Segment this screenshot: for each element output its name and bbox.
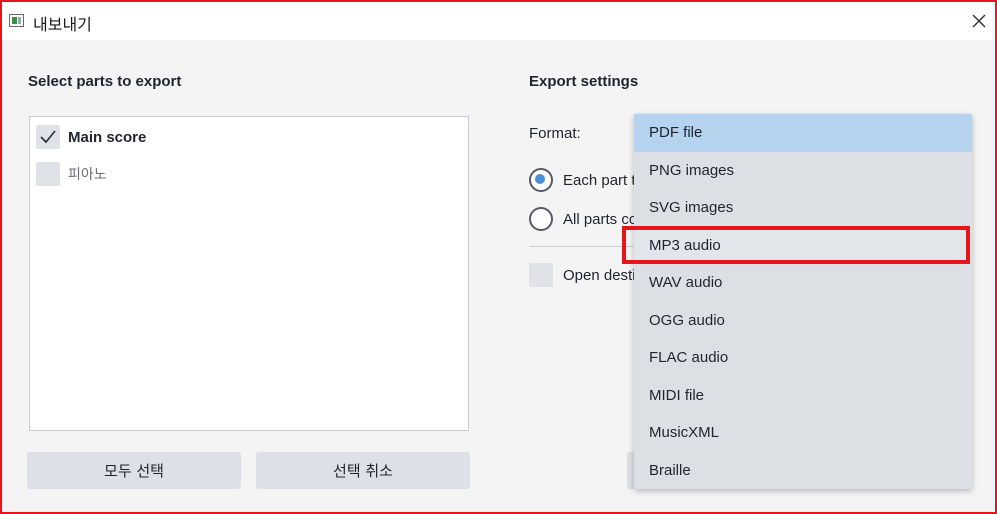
app-icon xyxy=(9,14,24,27)
part-row-piano[interactable]: 피아노 xyxy=(36,161,456,187)
radio-button[interactable] xyxy=(529,207,553,231)
format-option-musicxml[interactable]: MusicXML xyxy=(634,414,972,452)
format-option-mp3[interactable]: MP3 audio xyxy=(634,226,972,264)
radio-label: All parts co xyxy=(563,210,638,228)
part-checkbox[interactable] xyxy=(36,125,60,149)
open-destination-label: Open desti xyxy=(563,266,636,284)
deselect-all-button[interactable]: 선택 취소 xyxy=(256,452,470,489)
export-settings-title: Export settings xyxy=(529,73,639,90)
format-option-wav[interactable]: WAV audio xyxy=(634,264,972,302)
part-checkbox[interactable] xyxy=(36,162,60,186)
radio-button[interactable] xyxy=(529,168,553,192)
format-label: Format: xyxy=(529,125,581,142)
checkmark-icon xyxy=(40,130,56,144)
part-row-main-score[interactable]: Main score xyxy=(36,124,456,150)
parts-list: Main score 피아노 xyxy=(29,116,469,431)
close-icon xyxy=(972,14,986,28)
part-label: Main score xyxy=(68,128,147,146)
format-option-midi[interactable]: MIDI file xyxy=(634,377,972,415)
radio-each-part[interactable]: Each part to xyxy=(529,168,644,192)
divider xyxy=(529,246,639,247)
format-option-flac[interactable]: FLAC audio xyxy=(634,339,972,377)
parts-section-title: Select parts to export xyxy=(28,73,182,90)
format-option-pdf[interactable]: PDF file xyxy=(634,114,972,152)
export-dialog: 내보내기 Select parts to export Main score 피… xyxy=(0,0,997,514)
format-option-braille[interactable]: Braille xyxy=(634,452,972,490)
close-button[interactable] xyxy=(966,8,992,34)
window-title: 내보내기 xyxy=(33,15,92,34)
format-option-ogg[interactable]: OGG audio xyxy=(634,302,972,340)
radio-all-parts[interactable]: All parts co xyxy=(529,207,637,231)
format-option-svg[interactable]: SVG images xyxy=(634,189,972,227)
format-option-png[interactable]: PNG images xyxy=(634,152,972,190)
part-label: 피아노 xyxy=(68,167,107,183)
open-destination-option[interactable]: Open desti xyxy=(529,263,636,287)
radio-label: Each part to xyxy=(563,171,644,189)
format-dropdown-list: PDF file PNG images SVG images MP3 audio… xyxy=(634,114,972,489)
title-bar: 내보내기 xyxy=(2,2,995,40)
select-all-button[interactable]: 모두 선택 xyxy=(27,452,241,489)
open-destination-checkbox[interactable] xyxy=(529,263,553,287)
